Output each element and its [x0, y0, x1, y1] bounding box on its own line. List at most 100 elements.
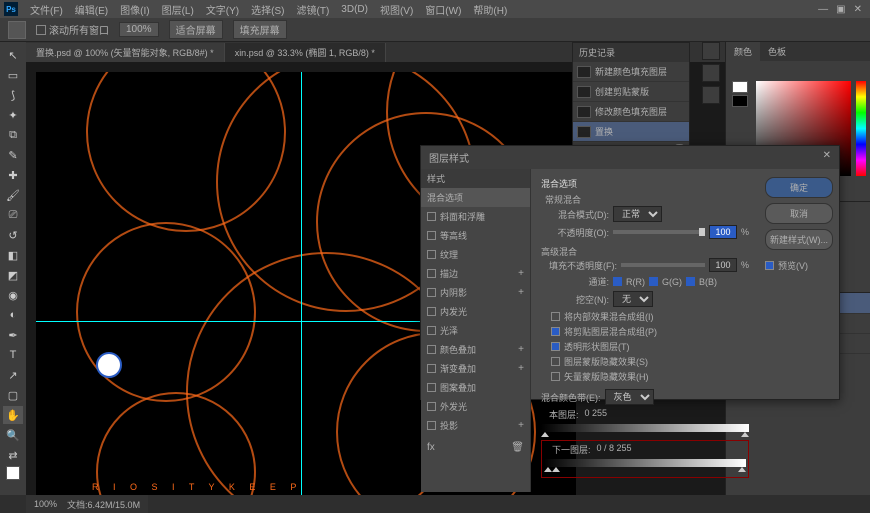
wand-tool[interactable]: ✦ [3, 106, 23, 124]
marquee-tool[interactable]: ▭ [3, 66, 23, 84]
history-item[interactable]: 创建剪贴蒙版 [573, 82, 689, 102]
doc-info[interactable]: 文档:6.42M/15.0M [67, 498, 140, 511]
gradient-tool[interactable]: ◩ [3, 266, 23, 284]
pen-tool[interactable]: ✒ [3, 326, 23, 344]
adv-opt-4[interactable]: 图层蒙版隐藏效果(S) [541, 355, 749, 368]
dialog-titlebar[interactable]: 图层样式 ✕ [421, 146, 839, 169]
fit-screen-button[interactable]: 适合屏幕 [169, 20, 223, 39]
bg-swatch[interactable] [732, 95, 748, 107]
underlying-layer-slider[interactable] [544, 459, 746, 467]
zoom-tool[interactable]: 🔍 [3, 426, 23, 444]
artwork-text: R I O S I T Y K E E P [92, 482, 302, 492]
menu-help[interactable]: 帮助(H) [467, 2, 513, 17]
blend-if-select[interactable]: 灰色 [605, 389, 654, 405]
menu-file[interactable]: 文件(F) [24, 2, 69, 17]
zoom-100-button[interactable]: 100% [119, 22, 159, 37]
guide-vertical[interactable] [301, 72, 302, 495]
color-swap-icon[interactable]: ⇄ [3, 446, 23, 464]
menu-window[interactable]: 窗口(W) [419, 2, 467, 17]
path-tool[interactable]: ↗ [3, 366, 23, 384]
maximize-button[interactable]: ▣ [836, 4, 845, 15]
shape-tool[interactable]: ▢ [3, 386, 23, 404]
blending-options: 混合选项 常规混合 混合模式(D): 正常 不透明度(O): 100 % 高级混… [531, 169, 759, 492]
hue-slider[interactable] [856, 81, 866, 176]
history-item[interactable]: 新建颜色填充图层 [573, 62, 689, 82]
style-item-inner-glow[interactable]: 内发光 [421, 302, 530, 321]
trash-icon[interactable]: 🗑 [511, 442, 524, 453]
style-item-bevel[interactable]: 斜面和浮雕 [421, 207, 530, 226]
style-item-stroke[interactable]: 描边+ [421, 264, 530, 283]
healing-tool[interactable]: ✚ [3, 166, 23, 184]
fx-icon[interactable]: fx [427, 442, 435, 453]
panel-icon[interactable] [702, 86, 720, 104]
zoom-level[interactable]: 100% [34, 499, 57, 509]
style-item-color-overlay[interactable]: 颜色叠加+ [421, 340, 530, 359]
menubar: Ps 文件(F) 编辑(E) 图像(I) 图层(L) 文字(Y) 选择(S) 滤… [0, 0, 870, 18]
adv-opt-2[interactable]: 将剪贴图层混合成组(P) [541, 325, 749, 338]
dialog-close-icon[interactable]: ✕ [823, 150, 831, 165]
channel-g-checkbox[interactable] [649, 277, 658, 286]
style-item-texture[interactable]: 纹理 [421, 245, 530, 264]
this-layer-slider[interactable] [541, 424, 749, 432]
current-tool-icon[interactable] [8, 21, 26, 39]
cancel-button[interactable]: 取消 [765, 203, 833, 224]
new-style-button[interactable]: 新建样式(W)... [765, 229, 833, 250]
doc-tab-2[interactable]: xin.psd @ 33.3% (椭圆 1, RGB/8) * [225, 43, 386, 62]
eraser-tool[interactable]: ◧ [3, 246, 23, 264]
adv-opt-5[interactable]: 矢量蒙版隐藏效果(H) [541, 370, 749, 383]
type-tool[interactable]: T [3, 346, 23, 364]
preview-checkbox[interactable]: 预览(V) [765, 259, 833, 272]
style-item-drop-shadow[interactable]: 投影+ [421, 416, 530, 435]
history-item[interactable]: 置换 [573, 122, 689, 142]
lasso-tool[interactable]: ⟆ [3, 86, 23, 104]
adv-opt-3[interactable]: 透明形状图层(T) [541, 340, 749, 353]
scroll-all-checkbox[interactable]: 滚动所有窗口 [36, 22, 109, 37]
style-item-gradient-overlay[interactable]: 渐变叠加+ [421, 359, 530, 378]
fg-swatch[interactable] [732, 81, 748, 93]
menu-layer[interactable]: 图层(L) [156, 2, 200, 17]
adv-opt-1[interactable]: 将内部效果混合成组(I) [541, 310, 749, 323]
fill-screen-button[interactable]: 填充屏幕 [233, 20, 287, 39]
close-button[interactable]: ✕ [854, 4, 862, 15]
eyedropper-tool[interactable]: ✎ [3, 146, 23, 164]
style-item-blend[interactable]: 混合选项 [421, 188, 530, 207]
knockout-select[interactable]: 无 [613, 291, 653, 307]
menu-3d[interactable]: 3D(D) [335, 4, 374, 15]
menu-edit[interactable]: 编辑(E) [69, 2, 114, 17]
menu-type[interactable]: 文字(Y) [200, 2, 245, 17]
minimize-button[interactable]: — [818, 4, 828, 15]
crop-tool[interactable]: ⧉ [3, 126, 23, 144]
blend-section-title: 混合选项 [541, 177, 749, 190]
swatches-tab[interactable]: 色板 [760, 42, 794, 61]
options-bar: 滚动所有窗口 100% 适合屏幕 填充屏幕 [0, 18, 870, 42]
menu-view[interactable]: 视图(V) [374, 2, 419, 17]
history-item[interactable]: 修改颜色填充图层 [573, 102, 689, 122]
panel-icon[interactable] [702, 42, 720, 60]
color-tab[interactable]: 颜色 [726, 42, 760, 61]
dialog-buttons: 确定 取消 新建样式(W)... 预览(V) [759, 169, 839, 492]
style-item-contour[interactable]: 等高线 [421, 226, 530, 245]
panel-icon[interactable] [702, 64, 720, 82]
menu-image[interactable]: 图像(I) [114, 2, 155, 17]
foreground-swatch[interactable] [6, 466, 20, 480]
blur-tool[interactable]: ◉ [3, 286, 23, 304]
channel-b-checkbox[interactable] [686, 277, 695, 286]
style-item-pattern-overlay[interactable]: 图案叠加 [421, 378, 530, 397]
history-brush-tool[interactable]: ↺ [3, 226, 23, 244]
dodge-tool[interactable]: ◐ [3, 306, 23, 324]
channel-r-checkbox[interactable] [613, 277, 622, 286]
menu-select[interactable]: 选择(S) [245, 2, 290, 17]
menu-filter[interactable]: 滤镜(T) [291, 2, 336, 17]
opacity-input[interactable]: 100 [709, 225, 737, 239]
style-item-satin[interactable]: 光泽 [421, 321, 530, 340]
hand-tool[interactable]: ✋ [3, 406, 23, 424]
fill-opacity-input[interactable]: 100 [709, 258, 737, 272]
blend-mode-select[interactable]: 正常 [613, 206, 662, 222]
stamp-tool[interactable]: ⎚ [3, 206, 23, 224]
style-item-inner-shadow[interactable]: 内阴影+ [421, 283, 530, 302]
doc-tab-1[interactable]: 置换.psd @ 100% (矢量智能对象, RGB/8#) * [26, 43, 225, 62]
ok-button[interactable]: 确定 [765, 177, 833, 198]
style-item-outer-glow[interactable]: 外发光 [421, 397, 530, 416]
brush-tool[interactable]: 🖌 [3, 186, 23, 204]
move-tool[interactable]: ↖ [3, 46, 23, 64]
